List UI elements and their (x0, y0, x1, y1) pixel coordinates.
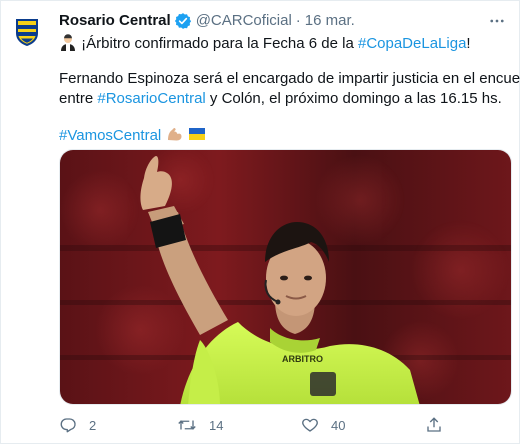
retweet-button[interactable]: 14 (177, 416, 223, 434)
like-button[interactable]: 40 (301, 416, 345, 434)
tweet-actions: 2 14 40 (59, 414, 459, 436)
tweet-line-3: entre #RosarioCentral y Colón, el próxim… (59, 89, 511, 109)
hashtag-copadelaliga[interactable]: #CopaDeLaLiga (358, 35, 466, 52)
share-icon (427, 417, 441, 432)
avatar[interactable] (7, 11, 47, 51)
tweet-header: Rosario Central @CARCoficial · 16 mar. (59, 11, 479, 31)
tweet-line-1-text: ¡Árbitro confirmado para la Fecha 6 de l… (81, 35, 358, 52)
reply-count: 2 (89, 417, 97, 433)
like-count: 40 (331, 417, 346, 433)
tweet-media-image[interactable]: ARBITRO (59, 149, 512, 405)
tweet-line-4: #VamosCentral (59, 125, 511, 145)
share-button[interactable] (425, 416, 443, 434)
tweet-line-3-end: y Colón, el próximo domingo a las 16.15 … (205, 90, 502, 107)
tweet-line-3-start: entre (59, 90, 98, 107)
club-crest-icon (7, 11, 47, 51)
tweet-date[interactable]: 16 mar. (305, 11, 355, 31)
vest-text: ARBITRO (282, 354, 323, 364)
hashtag-rosariocentral[interactable]: #RosarioCentral (97, 90, 205, 107)
reply-button[interactable]: 2 (59, 416, 96, 434)
author-name[interactable]: Rosario Central (59, 11, 171, 31)
tweet-line-1-end: ! (466, 35, 471, 52)
blue-yellow-flag-emoji-icon (188, 125, 206, 149)
tweet-line-2: Fernando Espinoza será el encargado de i… (59, 70, 520, 87)
heart-icon (302, 418, 318, 432)
tweet-card[interactable]: Rosario Central @CARCoficial · 16 mar. ¡… (0, 0, 520, 444)
hashtag-vamoscentral[interactable]: #VamosCentral (59, 127, 161, 144)
retweet-count: 14 (209, 417, 224, 433)
more-icon (490, 19, 504, 23)
tweet-line-1: ¡Árbitro confirmado para la Fecha 6 de l… (59, 33, 511, 53)
referee-photo: ARBITRO (60, 150, 511, 404)
tweet-text: ¡Árbitro confirmado para la Fecha 6 de l… (59, 33, 520, 145)
retweet-icon (178, 420, 196, 430)
verified-icon (174, 12, 192, 30)
flexed-biceps-emoji-icon (165, 125, 183, 149)
reply-icon (60, 418, 76, 433)
author-handle[interactable]: @CARCoficial (196, 11, 292, 31)
header-separator: · (295, 12, 301, 29)
more-options-button[interactable] (487, 11, 507, 31)
referee-emoji-icon (59, 33, 77, 57)
